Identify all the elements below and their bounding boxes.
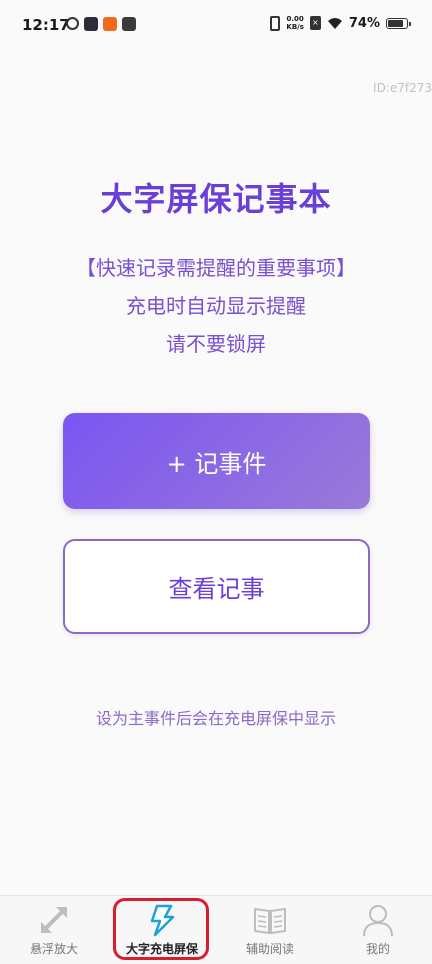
open-book-icon (254, 907, 286, 935)
expand-arrows-icon (41, 907, 67, 933)
nav-label-float-zoom: 悬浮放大 (29, 942, 78, 956)
mail-notification-icon (122, 17, 136, 31)
notification-icons (66, 17, 136, 31)
device-id: ID:e7f273 (373, 81, 432, 95)
subtitle-line-1: 【快速记录需提醒的重要事项】 (76, 256, 356, 280)
vibrate-icon (270, 15, 281, 31)
screen: 12:17 0.00 KB/s × 74% ID:e7f273 大字屏保记事本 (0, 0, 432, 964)
status-time: 12:17 (22, 16, 70, 34)
status-bar: 12:17 0.00 KB/s × 74% (0, 0, 432, 52)
app-title: 大字屏保记事本 (100, 180, 332, 218)
nav-label-me: 我的 (365, 942, 390, 956)
nav-item-float-zoom[interactable]: 悬浮放大 (0, 896, 108, 964)
sync-notification-icon (66, 17, 79, 30)
subtitle-line-3: 请不要锁屏 (166, 332, 266, 356)
hint-text: 设为主事件后会在充电屏保中显示 (95, 709, 336, 728)
nav-item-assisted-reading[interactable]: 辅助阅读 (216, 896, 324, 964)
shop-notification-icon (103, 17, 117, 31)
battery-percent: 74% (348, 15, 380, 31)
wifi-icon (327, 18, 342, 29)
lightning-icon (150, 904, 175, 937)
view-notes-button[interactable]: 查看记事 (63, 539, 370, 634)
status-right: 0.00 KB/s × 74% (270, 15, 411, 31)
battery-tip (409, 21, 411, 26)
net-speed-value: 0.00 (286, 15, 304, 23)
no-sim-icon: × (309, 16, 321, 30)
app-notification-icon (84, 17, 98, 31)
net-speed-unit: KB/s (286, 23, 304, 31)
subtitle-line-2: 充电时自动显示提醒 (126, 294, 306, 318)
nav-label-big-text-screensaver: 大字充电屏保 (125, 942, 198, 956)
person-icon (363, 905, 393, 937)
nav-label-assisted-reading: 辅助阅读 (245, 942, 294, 956)
add-event-button[interactable]: + 记事件 (63, 413, 370, 509)
net-speed: 0.00 KB/s (286, 15, 303, 31)
nav-item-big-text-screensaver[interactable]: 大字充电屏保 (108, 896, 216, 964)
nav-item-me[interactable]: 我的 (324, 896, 432, 964)
battery-icon (386, 17, 411, 29)
battery-fill (388, 19, 403, 27)
bottom-nav: 悬浮放大 大字充电屏保 辅助阅读 我的 (0, 895, 432, 964)
